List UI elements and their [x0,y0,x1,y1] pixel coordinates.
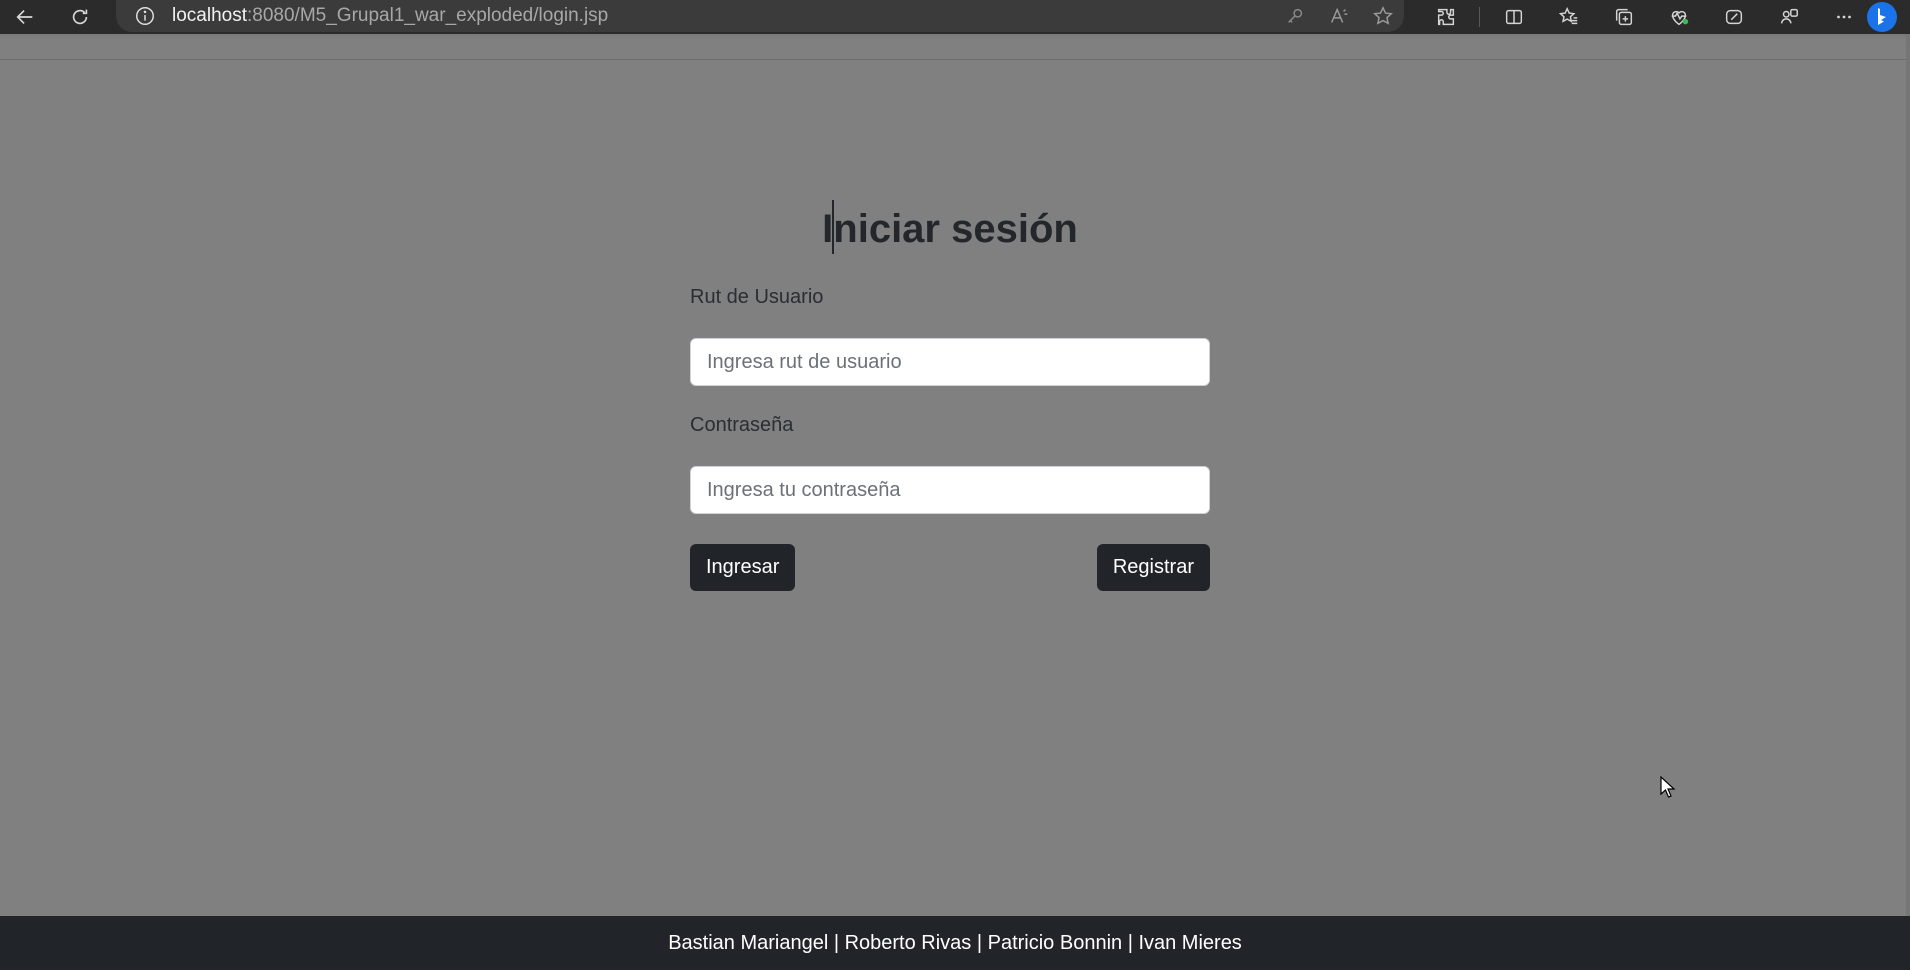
browser-toolbar-right [1418,0,1871,34]
rut-label: Rut de Usuario [690,286,824,308]
page-top-strip [0,34,1910,60]
scrollbar-track[interactable] [1906,34,1910,916]
info-icon[interactable] [134,5,156,27]
more-icon [1836,15,1851,19]
page-title: Iniciar sesión [690,200,1210,258]
collections-button[interactable] [1596,0,1651,34]
browser-essentials-icon [1671,10,1688,26]
copilot-button[interactable] [1706,0,1761,34]
mouse-cursor-icon [1660,776,1676,798]
extensions-button[interactable] [1418,0,1473,34]
refresh-button[interactable] [60,0,100,34]
favorite-star-icon[interactable] [1372,5,1394,27]
sidebar-button[interactable] [1761,0,1816,34]
favorites-button[interactable] [1541,0,1596,34]
bing-button[interactable] [1862,0,1902,34]
login-button[interactable]: Ingresar [690,544,796,591]
favorites-icon [1558,7,1577,25]
footer: Bastian Mariangel | Roberto Rivas | Patr… [0,916,1910,970]
back-button[interactable] [5,0,45,34]
password-label: Contraseña [690,414,794,436]
register-button[interactable]: Registrar [1096,544,1210,591]
rut-input[interactable] [690,338,1210,386]
address-bar[interactable]: localhost:8080/M5_Grupal1_war_exploded/l… [116,0,1404,32]
sidebar-icon [1780,8,1798,24]
browser-toolbar: localhost:8080/M5_Grupal1_war_exploded/l… [0,0,1910,34]
read-aloud-icon[interactable] [1328,5,1350,27]
copilot-icon [1725,9,1742,25]
text-caret [832,200,834,254]
address-bar-actions [1284,0,1394,32]
extensions-icon [1437,8,1454,26]
key-icon[interactable] [1284,5,1306,27]
footer-credits: Bastian Mariangel | Roberto Rivas | Patr… [668,931,1242,954]
collections-icon [1615,8,1632,26]
refresh-icon [72,9,88,25]
toolbar-separator [1479,7,1480,27]
password-input[interactable] [690,466,1210,514]
url-path: :8080/M5_Grupal1_war_exploded/login.jsp [247,5,609,26]
browser-essentials-button[interactable] [1651,0,1706,34]
page-title-text: Iniciar sesión [822,207,1078,251]
back-icon [16,9,33,25]
split-screen-icon [1505,9,1522,25]
form-actions: Ingresar Registrar [690,544,1210,591]
url-host: localhost [172,5,247,26]
bing-icon [1867,2,1897,32]
split-screen-button[interactable] [1486,0,1541,34]
login-form: Iniciar sesión Rut de Usuario Contraseña… [690,200,1210,591]
